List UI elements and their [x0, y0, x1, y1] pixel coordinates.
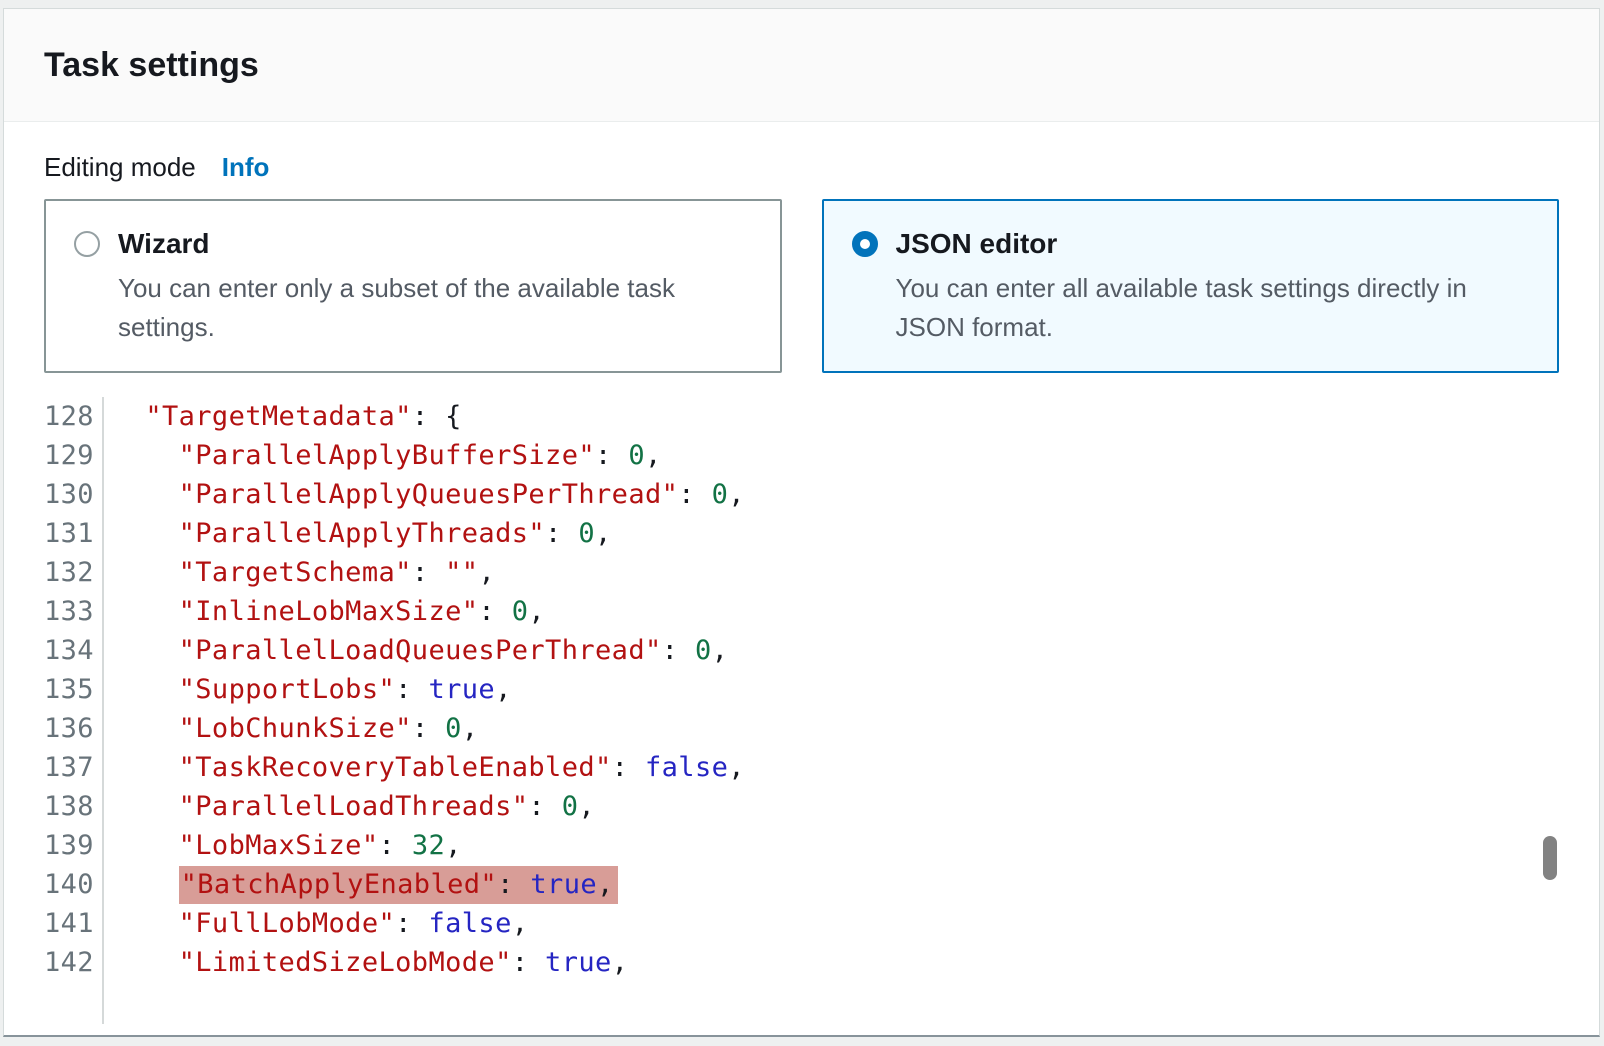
- line-number: 139: [44, 826, 104, 865]
- line-number: 136: [44, 709, 104, 748]
- code-line[interactable]: 141 "FullLobMode": false,: [44, 904, 1559, 943]
- code-line-content: "ParallelApplyBufferSize": 0,: [112, 436, 662, 475]
- radio-wizard-icon[interactable]: [74, 231, 100, 257]
- code-line[interactable]: 133 "InlineLobMaxSize": 0,: [44, 592, 1559, 631]
- code-line[interactable]: 137 "TaskRecoveryTableEnabled": false,: [44, 748, 1559, 787]
- line-number: 142: [44, 943, 104, 982]
- code-line[interactable]: 130 "ParallelApplyQueuesPerThread": 0,: [44, 475, 1559, 514]
- panel-title: Task settings: [44, 42, 1559, 88]
- code-line-content: "ParallelApplyQueuesPerThread": 0,: [112, 475, 745, 514]
- code-line-content: "LobMaxSize": 32,: [112, 826, 462, 865]
- editing-mode-tiles: Wizard You can enter only a subset of th…: [44, 199, 1559, 373]
- panel-header: Task settings: [4, 9, 1599, 122]
- code-line-content: "TargetSchema": "",: [112, 553, 495, 592]
- tile-wizard-description: You can enter only a subset of the avail…: [118, 269, 752, 347]
- code-line-content: "TargetMetadata": {: [112, 397, 462, 436]
- code-line[interactable]: 132 "TargetSchema": "",: [44, 553, 1559, 592]
- line-number: 129: [44, 436, 104, 475]
- line-number: 135: [44, 670, 104, 709]
- page: { "panel": { "title": "Task settings" },…: [0, 0, 1604, 1046]
- code-line-content: "BatchApplyEnabled": true,: [112, 865, 618, 904]
- code-line[interactable]: 140 "BatchApplyEnabled": true,: [44, 865, 1559, 904]
- code-line[interactable]: 129 "ParallelApplyBufferSize": 0,: [44, 436, 1559, 475]
- line-number: 138: [44, 787, 104, 826]
- code-line[interactable]: 131 "ParallelApplyThreads": 0,: [44, 514, 1559, 553]
- line-number: 140: [44, 865, 104, 904]
- code-line-content: "InlineLobMaxSize": 0,: [112, 592, 545, 631]
- code-lines: 128 "TargetMetadata": {129 "ParallelAppl…: [44, 397, 1559, 1024]
- line-number: 141: [44, 904, 104, 943]
- editor-scrollbar-thumb[interactable]: [1543, 836, 1557, 880]
- tile-json-editor-description: You can enter all available task setting…: [896, 269, 1530, 347]
- line-number: 134: [44, 631, 104, 670]
- code-line-content: "LimitedSizeLobMode": true,: [112, 943, 628, 982]
- tile-wizard-text: Wizard You can enter only a subset of th…: [118, 225, 752, 347]
- radio-json-editor-icon[interactable]: [852, 231, 878, 257]
- tile-json-editor-label: JSON editor: [896, 225, 1530, 263]
- task-settings-panel: Task settings Editing mode Info Wizard Y…: [3, 8, 1600, 1037]
- code-line-empty: [44, 982, 1559, 1024]
- code-line-content: "TaskRecoveryTableEnabled": false,: [112, 748, 745, 787]
- tile-wizard-label: Wizard: [118, 225, 752, 263]
- code-line[interactable]: 134 "ParallelLoadQueuesPerThread": 0,: [44, 631, 1559, 670]
- code-line-content: "FullLobMode": false,: [112, 904, 528, 943]
- panel-body: Editing mode Info Wizard You can enter o…: [4, 122, 1599, 1024]
- code-line-content: "ParallelLoadThreads": 0,: [112, 787, 595, 826]
- code-line-content: "LobChunkSize": 0,: [112, 709, 478, 748]
- code-line[interactable]: 139 "LobMaxSize": 32,: [44, 826, 1559, 865]
- tile-json-editor-text: JSON editor You can enter all available …: [896, 225, 1530, 347]
- highlighted-code: "BatchApplyEnabled": true,: [179, 866, 618, 904]
- json-code-editor[interactable]: 128 "TargetMetadata": {129 "ParallelAppl…: [44, 397, 1559, 1024]
- editing-mode-label: Editing mode: [44, 152, 196, 183]
- line-number: 133: [44, 592, 104, 631]
- code-line[interactable]: 128 "TargetMetadata": {: [44, 397, 1559, 436]
- code-line-content: "ParallelLoadQueuesPerThread": 0,: [112, 631, 728, 670]
- tile-wizard[interactable]: Wizard You can enter only a subset of th…: [44, 199, 782, 373]
- code-line[interactable]: 136 "LobChunkSize": 0,: [44, 709, 1559, 748]
- line-number: 131: [44, 514, 104, 553]
- code-line[interactable]: 138 "ParallelLoadThreads": 0,: [44, 787, 1559, 826]
- code-line-content: "ParallelApplyThreads": 0,: [112, 514, 612, 553]
- line-number: 132: [44, 553, 104, 592]
- editing-mode-row: Editing mode Info: [44, 152, 1559, 183]
- tile-json-editor[interactable]: JSON editor You can enter all available …: [822, 199, 1560, 373]
- line-number: 137: [44, 748, 104, 787]
- code-line[interactable]: 135 "SupportLobs": true,: [44, 670, 1559, 709]
- line-number: 128: [44, 397, 104, 436]
- code-line-content: "SupportLobs": true,: [112, 670, 512, 709]
- line-number: 130: [44, 475, 104, 514]
- code-line[interactable]: 142 "LimitedSizeLobMode": true,: [44, 943, 1559, 982]
- info-link[interactable]: Info: [222, 152, 270, 183]
